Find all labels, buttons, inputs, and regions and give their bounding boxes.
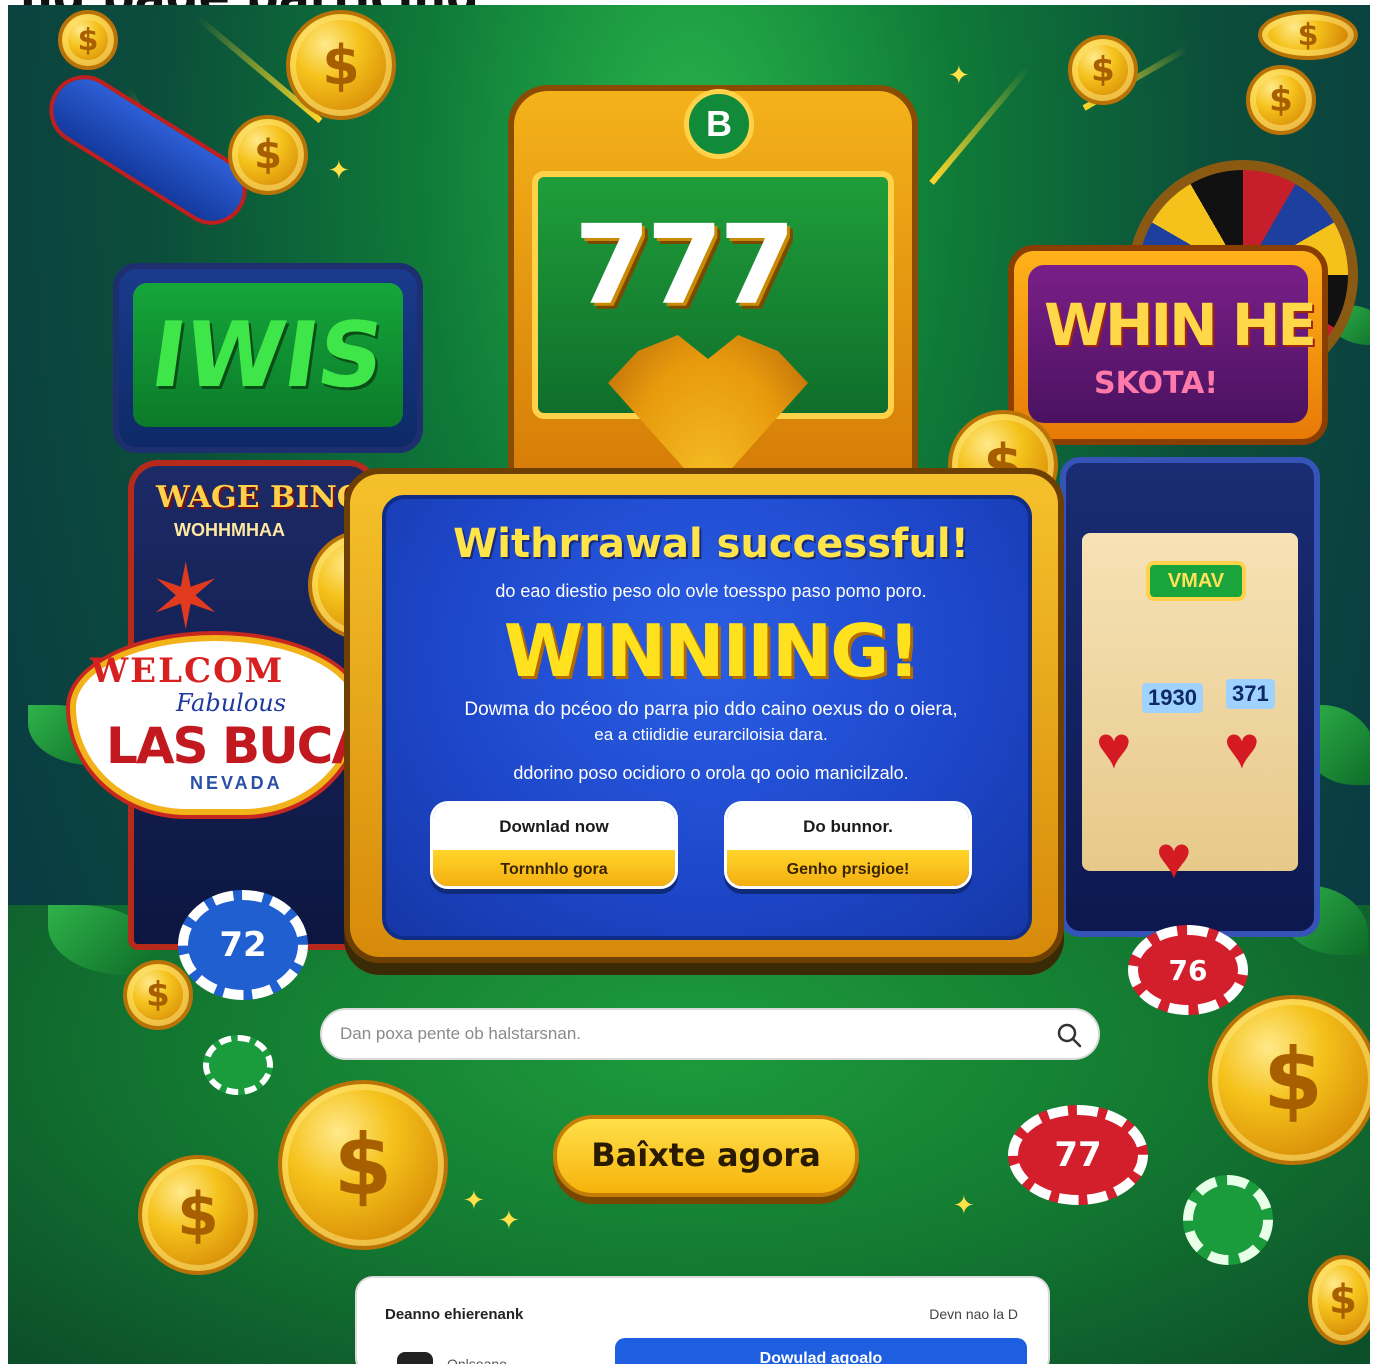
dialog-body-line: Dowma do pcéoo do parra pio ddo caino oe…: [464, 699, 958, 720]
star-icon: ✶: [148, 548, 224, 648]
coin-icon: $: [123, 960, 193, 1030]
sparkle-icon: ✦: [953, 1190, 975, 1220]
machine-left-subtitle: WOHHMHAA: [174, 520, 285, 540]
bonus-label: Do bunnor.: [727, 804, 969, 850]
vegas-welcome-sign: WELCOM Fabulous LAS BUCA NEVADA: [70, 635, 370, 815]
heart-icon: ♥: [1224, 714, 1260, 781]
heart-icon: ♥: [1156, 824, 1192, 891]
heart-icon: ♥: [1096, 714, 1132, 781]
poker-chip-green: [1183, 1175, 1273, 1265]
vegas-sign-main: LAS BUCA: [106, 717, 370, 775]
sign-left-face: IWIS: [133, 283, 403, 427]
vegas-sign-state: NEVADA: [190, 773, 283, 793]
machine-right-number: 371: [1226, 679, 1275, 709]
slot-machine-right: VMAV 1930 371 ♥ ♥ ♥: [1060, 457, 1320, 937]
coin-icon: $: [278, 1080, 448, 1250]
bitcoin-badge-icon: B: [684, 89, 754, 159]
sparkle-icon: ✦: [948, 60, 970, 90]
sign-left: IWIS: [113, 263, 423, 453]
search-icon[interactable]: [1054, 1020, 1084, 1050]
sparkle-icon: ✦: [498, 1205, 520, 1235]
dialog-headline: WINNIING!: [503, 609, 921, 693]
sign-right: WHIN HE SKOTA!: [1008, 245, 1328, 445]
sparkle-icon: ✦: [328, 155, 350, 185]
light-streak: [929, 66, 1031, 185]
machine-right-reel-label: VMAV: [1146, 561, 1246, 601]
coin-icon: $: [58, 10, 118, 70]
dialog-subtitle: do eao diestio peso olo ovle toesspo pas…: [495, 581, 927, 601]
card-left-label: Deanno ehierenank: [385, 1306, 524, 1323]
download-now-button[interactable]: Downlad now Tornnhlo gora: [430, 801, 678, 889]
bonus-button[interactable]: Do bunnor. Genho prsigioe!: [724, 801, 972, 889]
coin-icon: $: [1246, 65, 1316, 135]
download-card: Deanno ehierenank Devn nao la D Onlsoano…: [355, 1276, 1050, 1364]
dialog-body-line: ddorino poso ocidioro o orola qo ooio ma…: [513, 763, 909, 783]
machine-left-title: WAGE BINO: [156, 480, 363, 515]
download-now-label: Downlad now: [433, 804, 675, 850]
sparkle-icon: ✦: [463, 1185, 485, 1215]
card-download-button[interactable]: Dowulad agoalo: [615, 1338, 1027, 1364]
sign-left-text: IWIS: [145, 302, 391, 408]
coin-icon: $: [1068, 35, 1138, 105]
download-now-sublabel: Tornnhlo gora: [433, 850, 675, 886]
reels-777: 777: [574, 201, 796, 329]
rocket-decoration: [36, 62, 260, 238]
dialog-title: Withrrawal successful!: [453, 521, 969, 567]
bonus-sublabel: Genho prsigioe!: [727, 850, 969, 886]
dialog-body-line: ea a ctiididie eurarciloisia dara.: [594, 725, 828, 744]
vegas-sign-welcome: WELCOM: [90, 651, 285, 691]
card-sub-label: Onlsoano: [447, 1356, 507, 1364]
poker-chip-red: 77: [1008, 1105, 1148, 1205]
card-right-label[interactable]: Devn nao la D: [929, 1306, 1018, 1322]
poker-chip-red: 76: [1128, 925, 1248, 1015]
coin-icon: $: [1208, 995, 1370, 1165]
machine-right-number: 1930: [1142, 683, 1203, 713]
download-cta-button[interactable]: Baîxte agora: [553, 1115, 859, 1197]
app-avatar: [397, 1352, 433, 1364]
sign-right-title: WHIN HE: [1044, 291, 1317, 359]
coin-icon: $: [228, 115, 308, 195]
poker-chip-blue: 72: [178, 890, 308, 1000]
poker-chip-green: [203, 1035, 273, 1095]
search-placeholder: Dan poxa pente ob halstarsnan.: [340, 1024, 582, 1043]
coin-icon: $: [1308, 1255, 1370, 1345]
search-bar[interactable]: Dan poxa pente ob halstarsnan.: [320, 1008, 1100, 1060]
coin-icon: $: [1258, 10, 1358, 60]
sign-right-subtitle: SKOTA!: [1094, 366, 1219, 401]
coin-icon: $: [286, 10, 396, 120]
vegas-sign-script: Fabulous: [176, 689, 287, 717]
withdrawal-dialog: Withrrawal successful! do eao diestio pe…: [382, 495, 1032, 940]
coin-icon: $: [138, 1155, 258, 1275]
